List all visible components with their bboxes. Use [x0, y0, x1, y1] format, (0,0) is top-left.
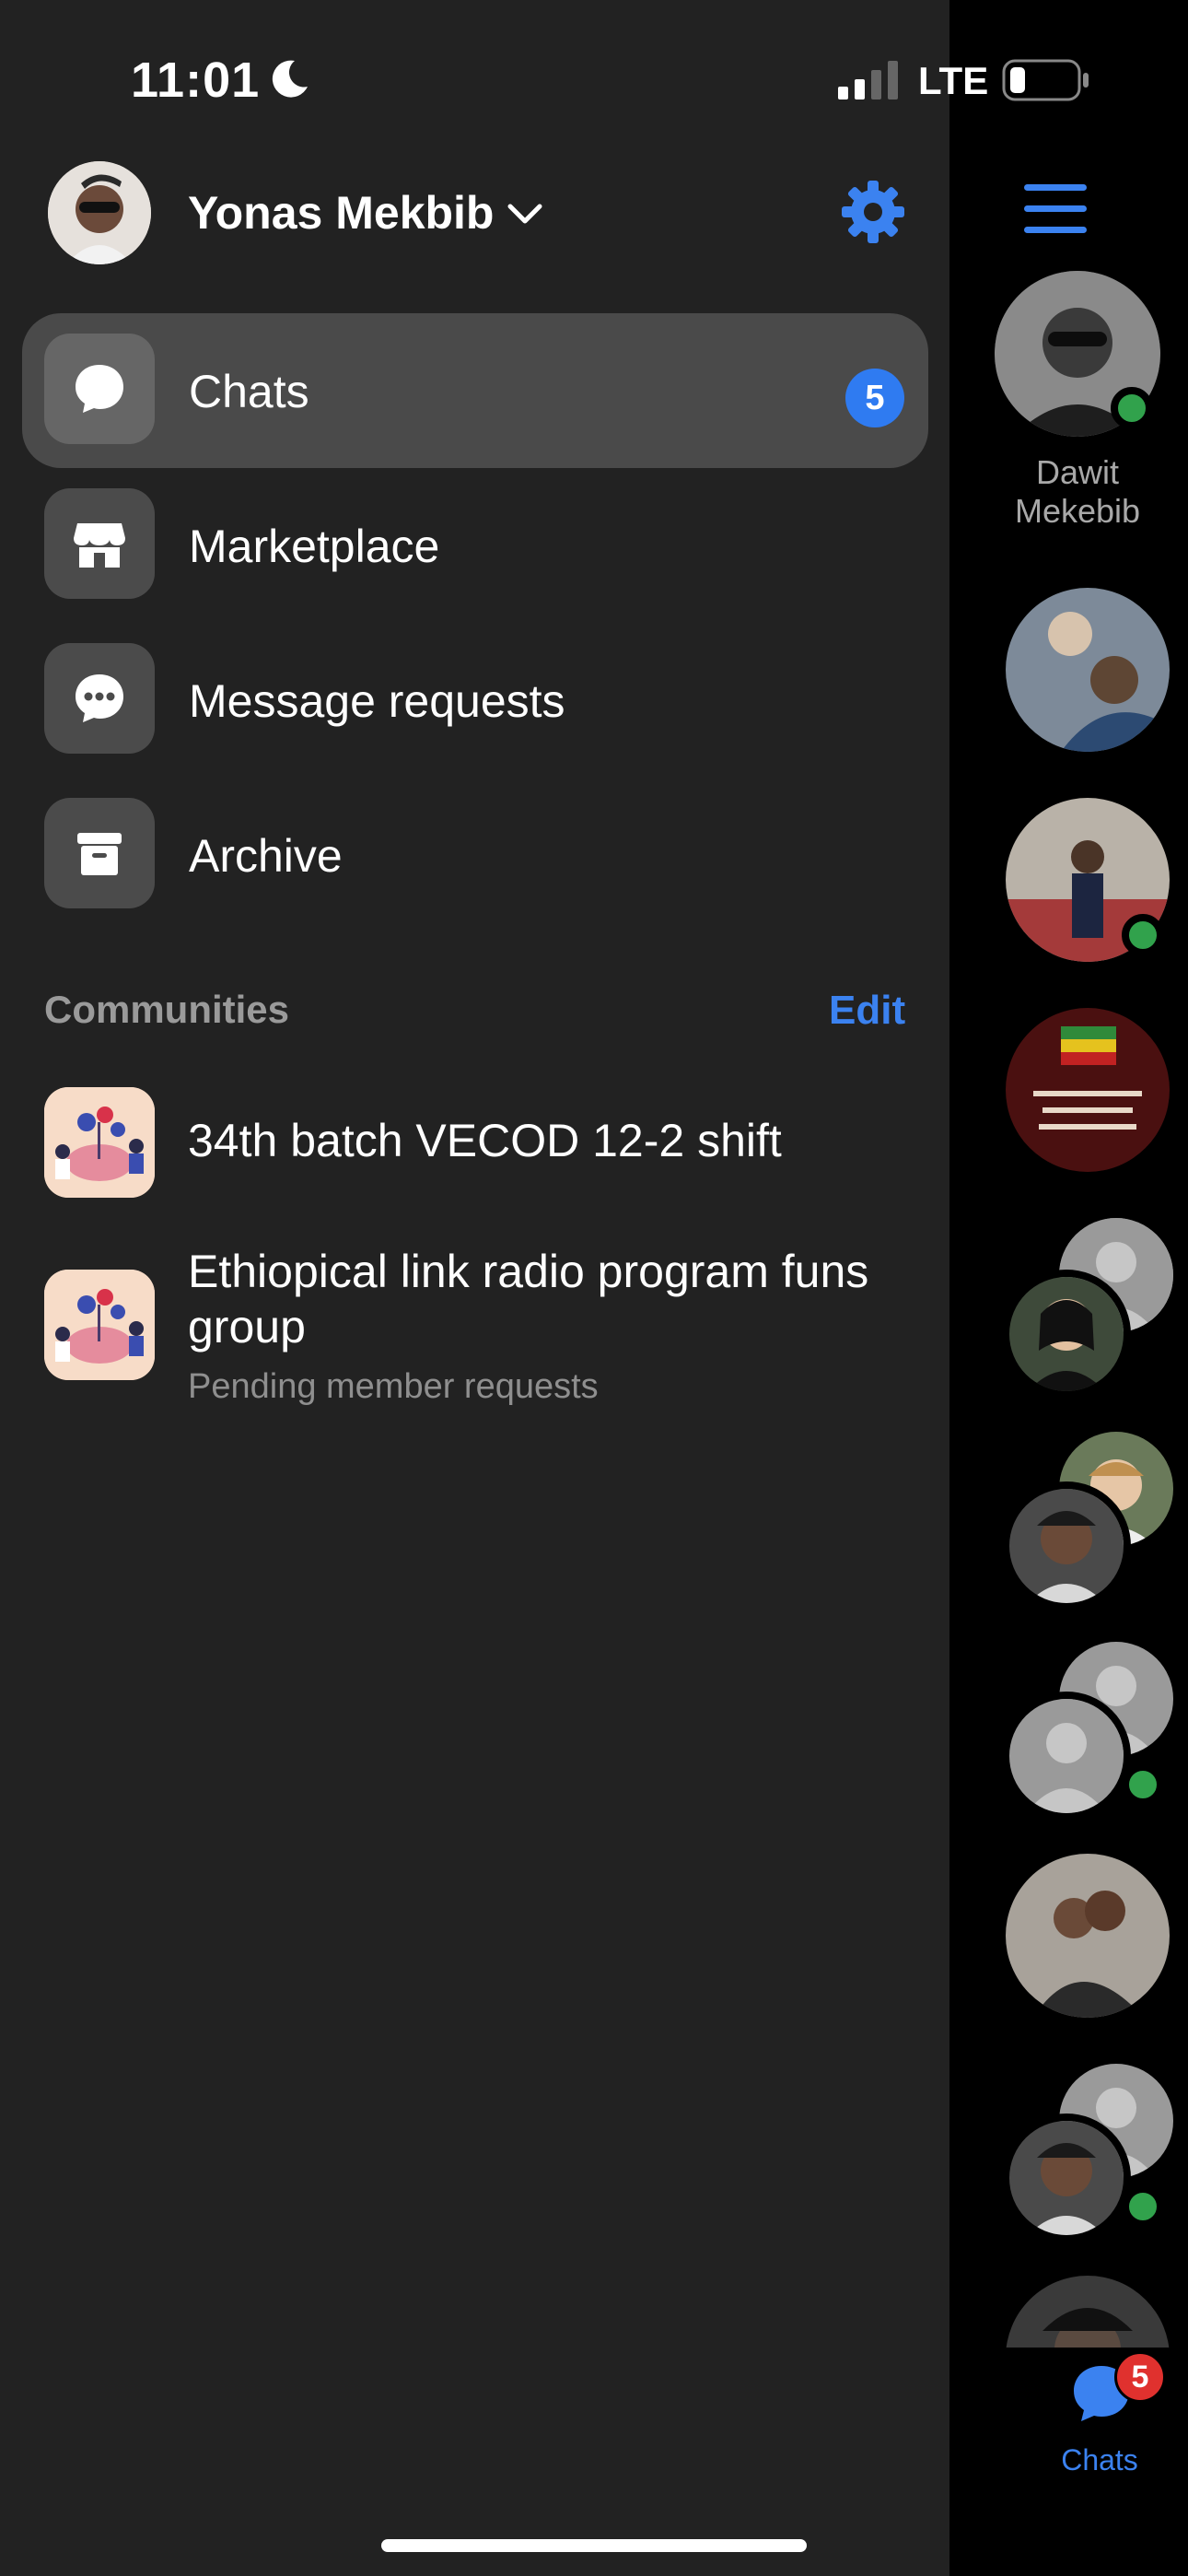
profile-name[interactable]: Yonas Mekbib: [188, 186, 494, 240]
chevron-down-icon[interactable]: [505, 201, 545, 228]
battery-icon: [1002, 59, 1089, 101]
tab-unread-badge: 5: [1114, 2351, 1166, 2403]
network-type: LTE: [918, 59, 989, 102]
menu-item-archive[interactable]: Archive: [22, 778, 928, 932]
message-dots-icon: [44, 643, 155, 754]
communities-edit-button[interactable]: Edit: [829, 988, 905, 1034]
community-name: Ethiopical link radio program funs group: [188, 1246, 869, 1352]
menu-label-message-requests: Message requests: [189, 675, 565, 727]
community-image: [44, 1270, 155, 1380]
side-drawer: 11:01 Yonas Mekbib Chats 5 Marketplace M…: [0, 0, 949, 2576]
menu-label-archive: Archive: [189, 830, 343, 882]
menu-item-chats[interactable]: Chats 5: [22, 313, 928, 468]
home-indicator: [381, 2539, 807, 2552]
online-indicator: [1122, 914, 1164, 956]
hamburger-menu-icon[interactable]: [1024, 184, 1087, 234]
do-not-disturb-moon-icon: [272, 60, 308, 98]
menu-item-marketplace[interactable]: Marketplace: [22, 468, 928, 623]
online-indicator: [1111, 387, 1153, 429]
contact-avatar[interactable]: [1002, 1481, 1131, 1610]
profile-avatar[interactable]: [48, 161, 151, 264]
status-time: 11:01: [131, 53, 261, 108]
chat-bubble-icon: [44, 334, 155, 444]
storefront-icon: [44, 488, 155, 599]
cellular-signal-icon: [838, 61, 898, 100]
contact-name: Dawit Mekebib: [1014, 453, 1141, 530]
contact-avatar[interactable]: [1006, 2276, 1170, 2348]
community-name: 34th batch VECOD 12-2 shift: [188, 1115, 782, 1166]
contact-avatar[interactable]: [1006, 588, 1170, 752]
contact-avatar[interactable]: [1006, 1854, 1170, 2018]
contact-avatar[interactable]: [1002, 2113, 1131, 2242]
archive-box-icon: [44, 798, 155, 908]
community-subtitle: Pending member requests: [188, 1367, 599, 1406]
unread-badge: 5: [845, 369, 904, 427]
contact-avatar[interactable]: [1002, 1692, 1131, 1821]
online-indicator: [1122, 1763, 1164, 1806]
menu-item-message-requests[interactable]: Message requests: [22, 623, 928, 778]
menu-label-chats: Chats: [189, 366, 309, 417]
communities-heading: Communities: [44, 988, 290, 1031]
online-indicator: [1122, 2185, 1164, 2228]
contact-avatar[interactable]: [1002, 1270, 1131, 1399]
community-image: [44, 1087, 155, 1198]
tab-chats-label[interactable]: Chats: [1031, 2443, 1168, 2477]
contact-avatar[interactable]: [1006, 1008, 1170, 1172]
menu-label-marketplace: Marketplace: [189, 521, 440, 572]
settings-gear-icon[interactable]: [840, 179, 906, 245]
